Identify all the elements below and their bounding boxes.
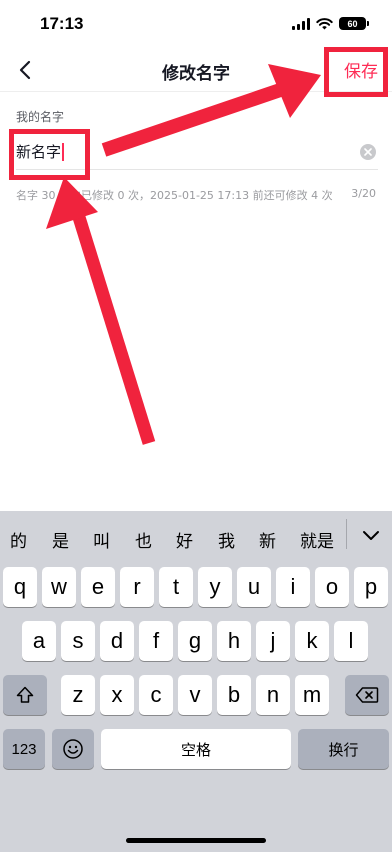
rename-limit-hint: 名字 30 天内已修改 0 次，2025-01-25 17:13 前还可修改 4…	[16, 189, 333, 202]
home-indicator	[126, 838, 266, 843]
status-time: 17:13	[40, 14, 84, 33]
candidate-word[interactable]: 叫	[93, 527, 110, 552]
character-count: 3/20	[351, 187, 376, 200]
expand-candidates-button[interactable]	[360, 525, 382, 545]
key-h[interactable]: h	[217, 621, 251, 661]
close-icon	[364, 148, 372, 156]
numbers-key[interactable]: 123	[3, 729, 45, 769]
key-z[interactable]: z	[61, 675, 95, 715]
candidate-bar: 的 是 叫 也 好 我 新 就是	[0, 511, 392, 563]
key-g[interactable]: g	[178, 621, 212, 661]
candidate-word[interactable]: 新	[259, 527, 276, 552]
name-field-label: 我的名字	[16, 110, 65, 124]
emoji-face-icon	[63, 739, 83, 759]
key-s[interactable]: s	[61, 621, 95, 661]
candidate-word[interactable]: 我	[218, 527, 235, 552]
space-key[interactable]: 空格	[101, 729, 291, 769]
candidate-word[interactable]: 好	[176, 527, 193, 552]
emoji-key[interactable]	[52, 729, 94, 769]
clear-input-button[interactable]	[360, 144, 376, 160]
key-t[interactable]: t	[159, 567, 193, 607]
key-n[interactable]: n	[256, 675, 290, 715]
key-e[interactable]: e	[81, 567, 115, 607]
key-b[interactable]: b	[217, 675, 251, 715]
status-icons: 60	[292, 17, 369, 30]
key-o[interactable]: o	[315, 567, 349, 607]
cellular-signal-icon	[292, 17, 310, 30]
candidate-word[interactable]: 的	[10, 527, 27, 552]
annotation-box-save	[324, 47, 388, 97]
key-q[interactable]: q	[3, 567, 37, 607]
key-j[interactable]: j	[256, 621, 290, 661]
key-r[interactable]: r	[120, 567, 154, 607]
key-v[interactable]: v	[178, 675, 212, 715]
key-w[interactable]: w	[42, 567, 76, 607]
shift-key[interactable]	[3, 675, 47, 715]
key-l[interactable]: l	[334, 621, 368, 661]
key-i[interactable]: i	[276, 567, 310, 607]
key-m[interactable]: m	[295, 675, 329, 715]
return-key[interactable]: 换行	[298, 729, 389, 769]
key-a[interactable]: a	[22, 621, 56, 661]
candidate-word[interactable]: 是	[52, 527, 69, 552]
key-u[interactable]: u	[237, 567, 271, 607]
key-p[interactable]: p	[354, 567, 388, 607]
delete-key[interactable]	[345, 675, 389, 715]
key-k[interactable]: k	[295, 621, 329, 661]
annotation-arrow-to-input	[46, 177, 156, 445]
key-f[interactable]: f	[139, 621, 173, 661]
candidate-word[interactable]: 也	[135, 527, 152, 552]
backspace-icon	[355, 687, 379, 703]
keyboard: 的 是 叫 也 好 我 新 就是 q w e r t y u i o p a s…	[0, 511, 392, 852]
key-c[interactable]: c	[139, 675, 173, 715]
annotation-box-name-input	[9, 129, 90, 180]
candidate-word[interactable]: 就是	[300, 527, 334, 552]
status-bar: 17:13 60	[0, 0, 392, 48]
candidate-divider	[346, 519, 347, 549]
key-d[interactable]: d	[100, 621, 134, 661]
key-x[interactable]: x	[100, 675, 134, 715]
chevron-down-icon	[363, 531, 379, 540]
key-y[interactable]: y	[198, 567, 232, 607]
wifi-icon	[316, 17, 333, 29]
battery-icon: 60	[339, 17, 369, 30]
shift-arrow-icon	[16, 686, 34, 703]
